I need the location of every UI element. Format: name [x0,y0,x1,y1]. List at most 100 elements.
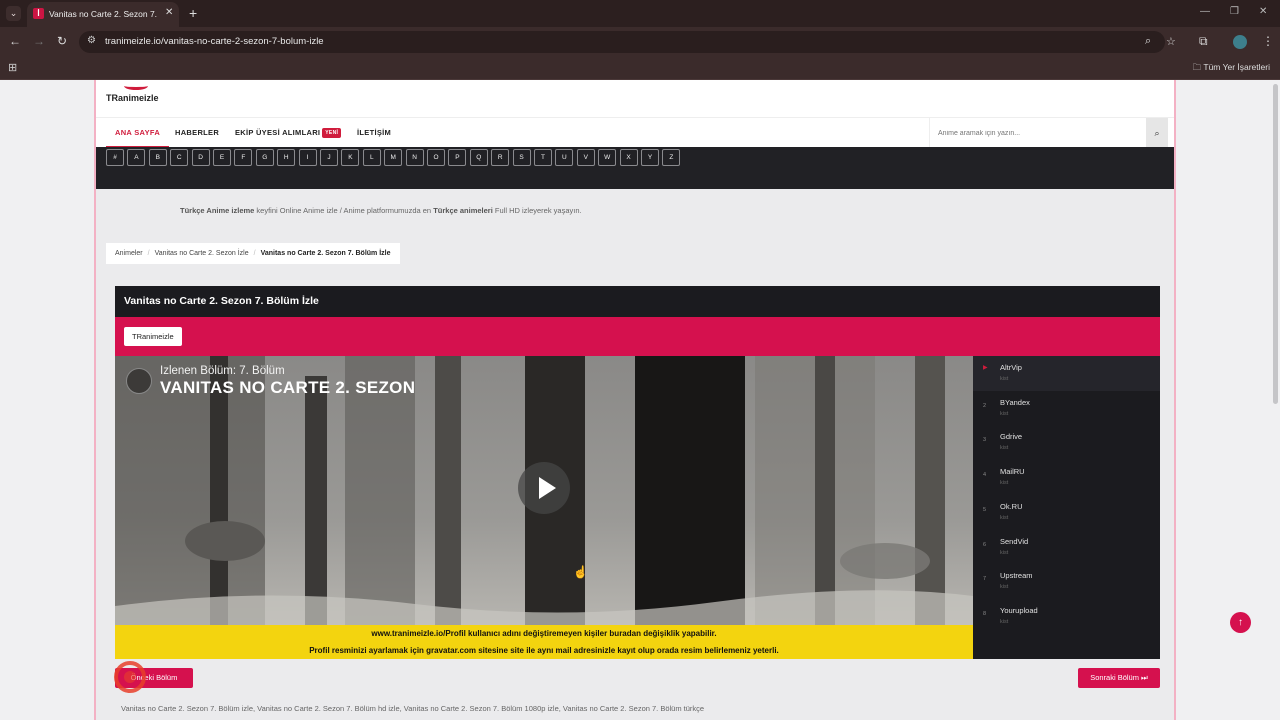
page-scrollbar[interactable] [1271,80,1280,720]
server-item[interactable]: 8 Yourupload kist [973,599,1160,634]
letter-filter-button[interactable]: M [384,149,403,166]
tab-search-icon[interactable]: ⌄ [6,6,21,21]
profile-avatar[interactable] [1233,35,1247,49]
watermark-logo [114,661,146,693]
letter-filter-button[interactable]: P [448,149,467,166]
server-item[interactable]: 3 Gdrive kist [973,425,1160,460]
server-item[interactable]: 7 Upstream kist [973,564,1160,599]
letter-filter-button[interactable]: D [191,149,210,166]
breadcrumb-separator: / [147,250,150,257]
close-tab-icon[interactable]: ✕ [165,7,173,18]
letter-filter-button[interactable]: B [148,149,167,166]
server-item[interactable]: 4 MailRU kist [973,460,1160,495]
watched-episode-label: Izlenen Bölüm: 7. Bölüm [160,365,285,377]
server-number: 5 [983,506,987,513]
bookmark-star-icon[interactable]: ☆ [1166,35,1176,48]
reload-icon[interactable]: ↻ [57,34,67,48]
breadcrumb-link-animeler[interactable]: Animeler [115,250,143,257]
letter-filter-button[interactable]: J [320,149,338,166]
menu-item-contact[interactable]: İLETİŞİM [348,118,400,148]
letter-filter-button[interactable]: L [362,149,381,166]
letter-filter-button[interactable]: H [277,149,296,166]
letter-filter-button[interactable]: N [405,149,424,166]
letter-filter-button[interactable]: T [534,149,552,166]
menu-kebab-icon[interactable]: ⋮ [1262,34,1274,48]
tagline-bold-1: Türkçe Anime izleme [180,206,255,215]
breadcrumb-link-series[interactable]: Vanitas no Carte 2. Sezon İzle [155,250,249,257]
server-subtitle: kist [1000,410,1009,417]
letter-filter-button[interactable]: C [170,149,189,166]
letter-filter-button[interactable]: O [427,149,445,166]
page-viewport: TRanimeizle ANA SAYFA HABERLER EKİP ÜYES… [0,80,1280,720]
letter-filter-button[interactable]: Q [469,149,488,166]
address-bar[interactable]: ⚙ tranimeizle.io/vanitas-no-carte-2-sezo… [79,31,1176,53]
letter-filter-button[interactable]: U [555,149,574,166]
letter-filter-button[interactable]: # [106,149,124,166]
all-bookmarks-folder[interactable]: 🗀 Tüm Yer İşaretleri [1193,62,1270,76]
menu-item-home[interactable]: ANA SAYFA [106,118,170,148]
play-icon[interactable] [518,462,570,514]
scroll-to-top-icon[interactable]: ↑ [1230,612,1251,633]
scrollbar-thumb[interactable] [1273,84,1278,404]
window-close-icon[interactable]: ✕ [1259,6,1267,17]
letter-filter-button[interactable]: K [341,149,360,166]
bookmarks-bar: ⊞ 🗀 Tüm Yer İşaretleri [0,56,1280,80]
letter-filter-button[interactable]: Y [641,149,659,166]
breadcrumb-current: Vanitas no Carte 2. Sezon 7. Bölüm İzle [260,250,391,257]
tagline-text-1: keyfini Online Anime izle / Anime platfo… [254,206,434,215]
new-tab-icon[interactable]: + [189,5,197,21]
letter-filter-button[interactable]: G [255,149,274,166]
logo-eye-icon [124,82,148,90]
letter-filter-button[interactable]: I [298,149,317,166]
url-text[interactable]: tranimeizle.io/vanitas-no-carte-2-sezon-… [105,36,324,47]
folder-icon: 🗀 [1192,62,1202,72]
next-episode-button[interactable]: Sonraki Bölüm ⏭ [1078,668,1160,688]
letter-filter-button[interactable]: A [127,149,146,166]
fansub-button[interactable]: TRanimeizle [124,327,182,346]
server-name: Upstream [1000,571,1033,581]
server-item[interactable]: ▶ AltrVip kist [973,356,1160,391]
extensions-icon[interactable]: ⧉ [1199,34,1208,49]
site-logo[interactable]: TRanimeizle [106,87,168,108]
menu-item-news[interactable]: HABERLER [166,118,228,148]
server-item[interactable]: 2 BYandex kist [973,391,1160,426]
letter-filter-button[interactable]: X [619,149,638,166]
play-icon: ▶ [983,365,988,371]
server-number: 7 [983,576,987,583]
letter-filter-button[interactable]: V [576,149,595,166]
server-item[interactable]: 6 SendVid kist [973,530,1160,565]
menu-label: EKİP ÜYESİ ALIMLARI [235,128,321,137]
site-info-icon[interactable]: ⚙ [87,35,96,46]
server-number: 3 [983,437,987,444]
restore-icon[interactable]: ❐ [1230,6,1239,17]
site-favicon-icon: İ [33,8,44,19]
tagline-text-2: Full HD izleyerek yaşayın. [492,206,582,215]
apps-grid-icon[interactable]: ⊞ [8,61,17,74]
breadcrumb-separator: / [253,250,256,257]
letter-filter-button[interactable]: S [512,149,531,166]
back-icon[interactable]: ← [9,34,21,48]
logo-text: TRanimeizle [106,93,159,103]
browser-tabstrip: ⌄ İ Vanitas no Carte 2. Sezon 7. Bö ✕ + … [0,0,1280,27]
search-icon[interactable]: ⌕ [1146,118,1168,148]
letter-filter-button[interactable]: R [491,149,510,166]
forward-icon[interactable]: → [33,34,45,48]
browser-tab[interactable]: İ Vanitas no Carte 2. Sezon 7. Bö ✕ [27,2,179,27]
server-number: 6 [983,541,987,548]
menu-label: ANA SAYFA [115,128,161,137]
video-player[interactable]: Izlenen Bölüm: 7. Bölüm VANITAS NO CARTE… [115,356,973,625]
letter-filter-button[interactable]: W [598,149,617,166]
zoom-icon[interactable]: ⌕ [1145,35,1151,48]
menu-label: İLETİŞİM [357,128,392,137]
letter-filter-button[interactable]: Z [662,149,681,166]
seo-tags: Vanitas no Carte 2. Sezon 7. Bölüm izle,… [121,704,705,713]
minimize-icon[interactable]: — [1200,6,1210,17]
letter-filter-button[interactable]: E [213,149,231,166]
server-name: BYandex [1000,397,1030,407]
server-item[interactable]: 5 Ok.RU kist [973,495,1160,530]
letter-filter-button[interactable]: F [234,149,253,166]
site-header: TRanimeizle [96,80,1174,117]
menu-item-recruitment[interactable]: EKİP ÜYESİ ALIMLARI YENİ [226,118,350,148]
server-number: 8 [983,610,987,617]
search-input[interactable] [930,118,1146,148]
